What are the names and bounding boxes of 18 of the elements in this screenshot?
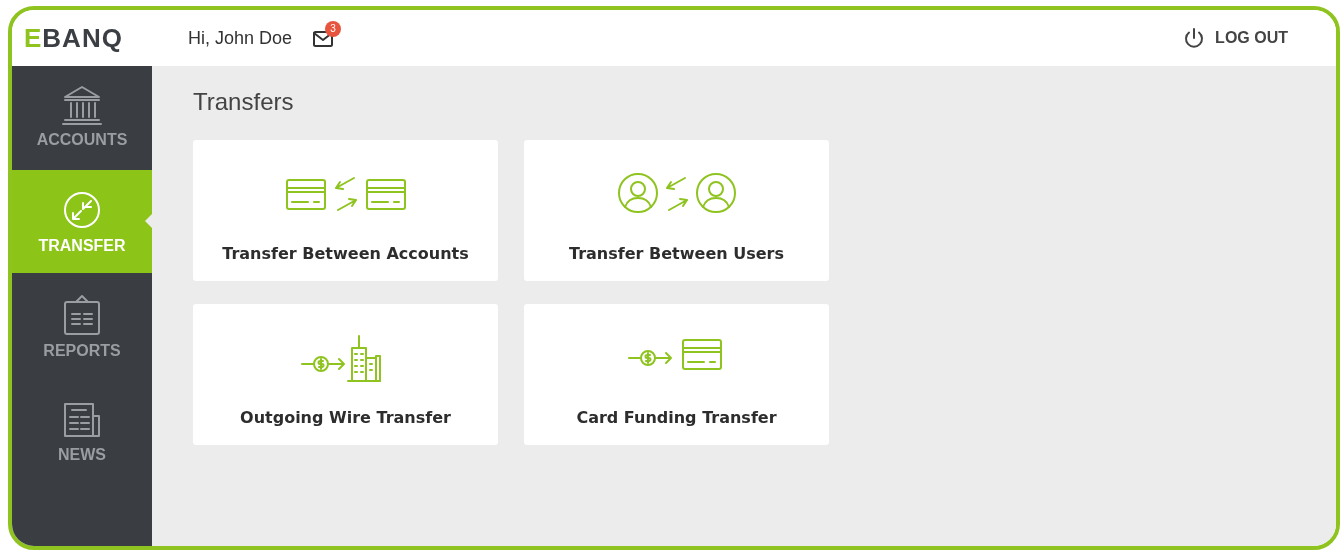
greeting-text: Hi, John Doe	[188, 27, 293, 49]
nav-item[interactable]: NEWS	[12, 381, 152, 481]
logo: EBANQ	[24, 22, 124, 54]
power-icon	[1183, 27, 1206, 49]
clipboard-icon	[61, 294, 103, 336]
nav-item[interactable]: REPORTS	[12, 277, 152, 377]
messages-button[interactable]: 3	[312, 20, 342, 48]
user-exchange-icon	[616, 173, 737, 215]
nav-item[interactable]: ACCOUNTS	[12, 66, 152, 166]
unread-badge: 3	[325, 20, 342, 37]
transfer-option-card[interactable]: Card Funding Transfer	[524, 304, 829, 445]
transfer-option-card[interactable]: Outgoing Wire Transfer	[193, 304, 498, 445]
transfer-option-card[interactable]: Transfer Between Users	[524, 140, 829, 281]
page-title: Transfers	[193, 88, 295, 116]
card-exchange-icon	[285, 174, 406, 214]
bank-icon	[61, 83, 103, 125]
transfer-option-card[interactable]: Transfer Between Accounts	[193, 140, 498, 281]
logout-button[interactable]: LOG OUT	[1183, 27, 1288, 49]
